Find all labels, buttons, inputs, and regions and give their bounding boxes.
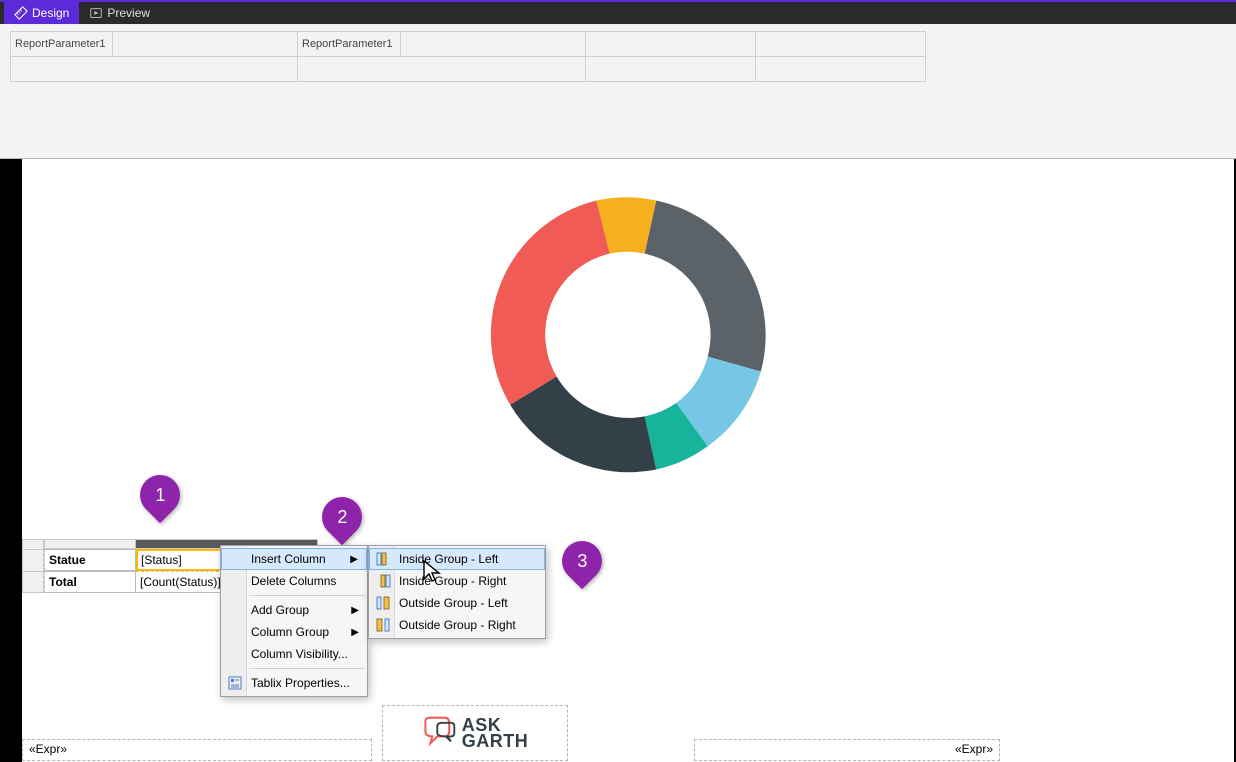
param-row2-cell3[interactable]	[586, 57, 756, 82]
report-design-surface[interactable]: 1 2 3 Statue [Status] Total [Count(Statu…	[0, 159, 1236, 762]
mode-tabbar: Design Preview	[0, 0, 1236, 24]
properties-icon	[227, 675, 243, 691]
design-ruler-icon	[14, 6, 28, 20]
parameters-panel: ReportParameter1 ReportParameter1	[0, 24, 1236, 159]
context-menu-column: Insert Column▶ Delete Columns Add Group▶…	[220, 545, 368, 697]
param-row2-cell4[interactable]	[756, 57, 926, 82]
ctx-delete-columns[interactable]: Delete Columns	[221, 570, 367, 592]
param-row2-cell1[interactable]	[10, 57, 298, 82]
param1-label: ReportParameter1	[10, 31, 113, 57]
logo-text-line2: GARTH	[462, 733, 529, 749]
insert-col-outside-right-icon	[375, 617, 391, 633]
tab-design[interactable]: Design	[4, 2, 79, 24]
insert-col-left-icon	[376, 551, 392, 567]
tablix-cell-header-col0[interactable]: Statue	[44, 549, 136, 571]
param2-label: ReportParameter1	[298, 31, 401, 57]
tablix-col-handle-1[interactable]	[44, 539, 136, 549]
sub-outside-group-left[interactable]: Outside Group - Left	[369, 592, 545, 614]
annotation-callout-2: 2	[314, 489, 371, 546]
ctx-column-visibility[interactable]: Column Visibility...	[221, 643, 367, 665]
tab-preview[interactable]: Preview	[79, 2, 160, 24]
param2-input[interactable]	[401, 32, 585, 56]
ctx-tablix-properties[interactable]: Tablix Properties...	[221, 672, 367, 694]
sub-outside-group-right[interactable]: Outside Group - Right	[369, 614, 545, 636]
submenu-arrow-icon: ▶	[351, 605, 359, 616]
sub-inside-group-right[interactable]: Inside Group - Right	[369, 570, 545, 592]
askgarth-logo-icon	[422, 716, 456, 750]
insert-col-outside-left-icon	[375, 595, 391, 611]
preview-play-icon	[89, 6, 103, 20]
submenu-arrow-icon: ▶	[351, 627, 359, 638]
param1-input[interactable]	[113, 32, 297, 56]
param-empty-2[interactable]	[756, 31, 926, 57]
ctx-column-group[interactable]: Column Group▶	[221, 621, 367, 643]
tablix-row-handle-1[interactable]	[22, 549, 44, 571]
param-row2-cell2[interactable]	[298, 57, 586, 82]
context-submenu-insert-column: Inside Group - Left Inside Group - Right…	[368, 545, 546, 639]
insert-col-right-icon	[375, 573, 391, 589]
tablix-cell-total-label[interactable]: Total	[44, 571, 136, 593]
footer-expr-left[interactable]: «Expr»	[22, 739, 372, 761]
tablix-row-handle-2[interactable]	[22, 571, 44, 593]
sub-inside-group-left[interactable]: Inside Group - Left	[369, 548, 545, 570]
param-empty-1[interactable]	[586, 31, 756, 57]
annotation-callout-1: 1	[132, 467, 189, 524]
ctx-add-group[interactable]: Add Group▶	[221, 599, 367, 621]
submenu-arrow-icon: ▶	[350, 554, 358, 565]
ctx-insert-column[interactable]: Insert Column▶	[221, 548, 367, 570]
tablix-corner-handle[interactable]	[22, 539, 44, 549]
footer-expr-right[interactable]: «Expr»	[694, 739, 1000, 761]
tab-design-label: Design	[32, 6, 69, 20]
annotation-callout-3: 3	[554, 533, 611, 590]
tab-preview-label: Preview	[107, 6, 150, 20]
footer-logo-box[interactable]: ASK GARTH	[382, 705, 568, 761]
donut-chart[interactable]	[462, 169, 794, 501]
